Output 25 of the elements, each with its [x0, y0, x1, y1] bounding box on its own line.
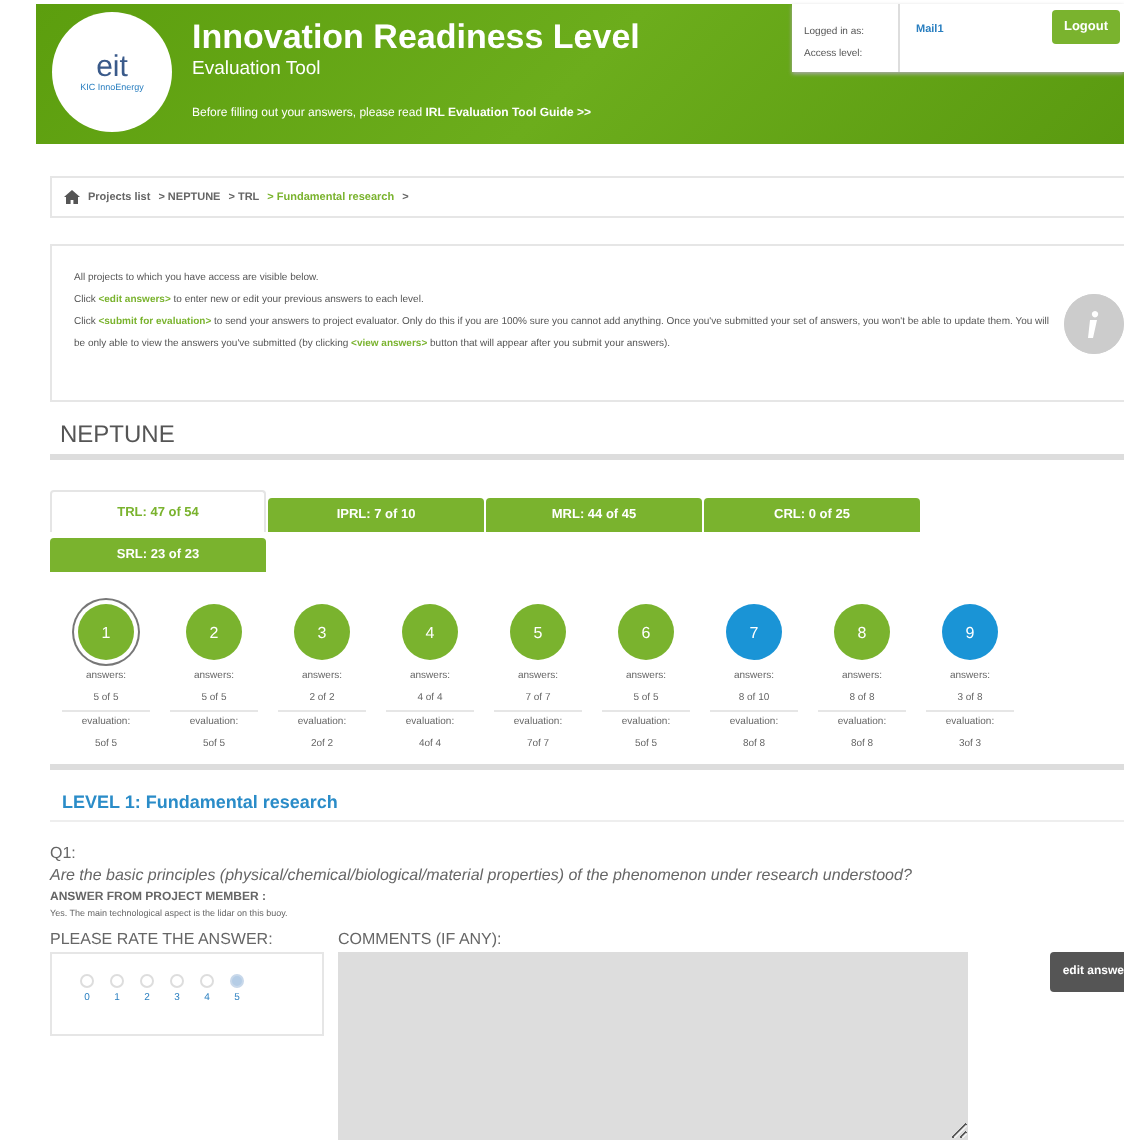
- radio-icon[interactable]: [170, 974, 184, 988]
- level-step[interactable]: 6: [618, 604, 674, 660]
- level-step[interactable]: 5: [510, 604, 566, 660]
- radio-icon[interactable]: [80, 974, 94, 988]
- level-step[interactable]: 8: [834, 604, 890, 660]
- app-subtitle: Evaluation Tool: [192, 58, 323, 82]
- app-title: Innovation Readiness Level: [192, 20, 640, 56]
- level-step[interactable]: 1: [78, 604, 134, 660]
- rate-label: PLEASE RATE THE ANSWER:: [50, 930, 275, 948]
- level-step[interactable]: 9: [942, 604, 998, 660]
- comments-field[interactable]: [338, 952, 968, 1140]
- question-number: Q1:: [50, 844, 78, 862]
- comments-label: COMMENTS (IF ANY):: [338, 930, 504, 948]
- home-icon[interactable]: [64, 190, 80, 204]
- question-text: Are the basic principles (physical/chemical/biological/material properties) of the phenomenon under research understood?: [50, 866, 914, 884]
- radio-icon[interactable]: [110, 974, 124, 988]
- level-heading: LEVEL 1: Fundamental research: [62, 792, 340, 812]
- level-step[interactable]: 3: [294, 604, 350, 660]
- radio-icon[interactable]: [140, 974, 154, 988]
- level-step[interactable]: 4: [402, 604, 458, 660]
- project-name: NEPTUNE: [60, 420, 177, 448]
- radio-icon[interactable]: [230, 974, 244, 988]
- level-step[interactable]: 7: [726, 604, 782, 660]
- level-step[interactable]: 2: [186, 604, 242, 660]
- radio-icon[interactable]: [200, 974, 214, 988]
